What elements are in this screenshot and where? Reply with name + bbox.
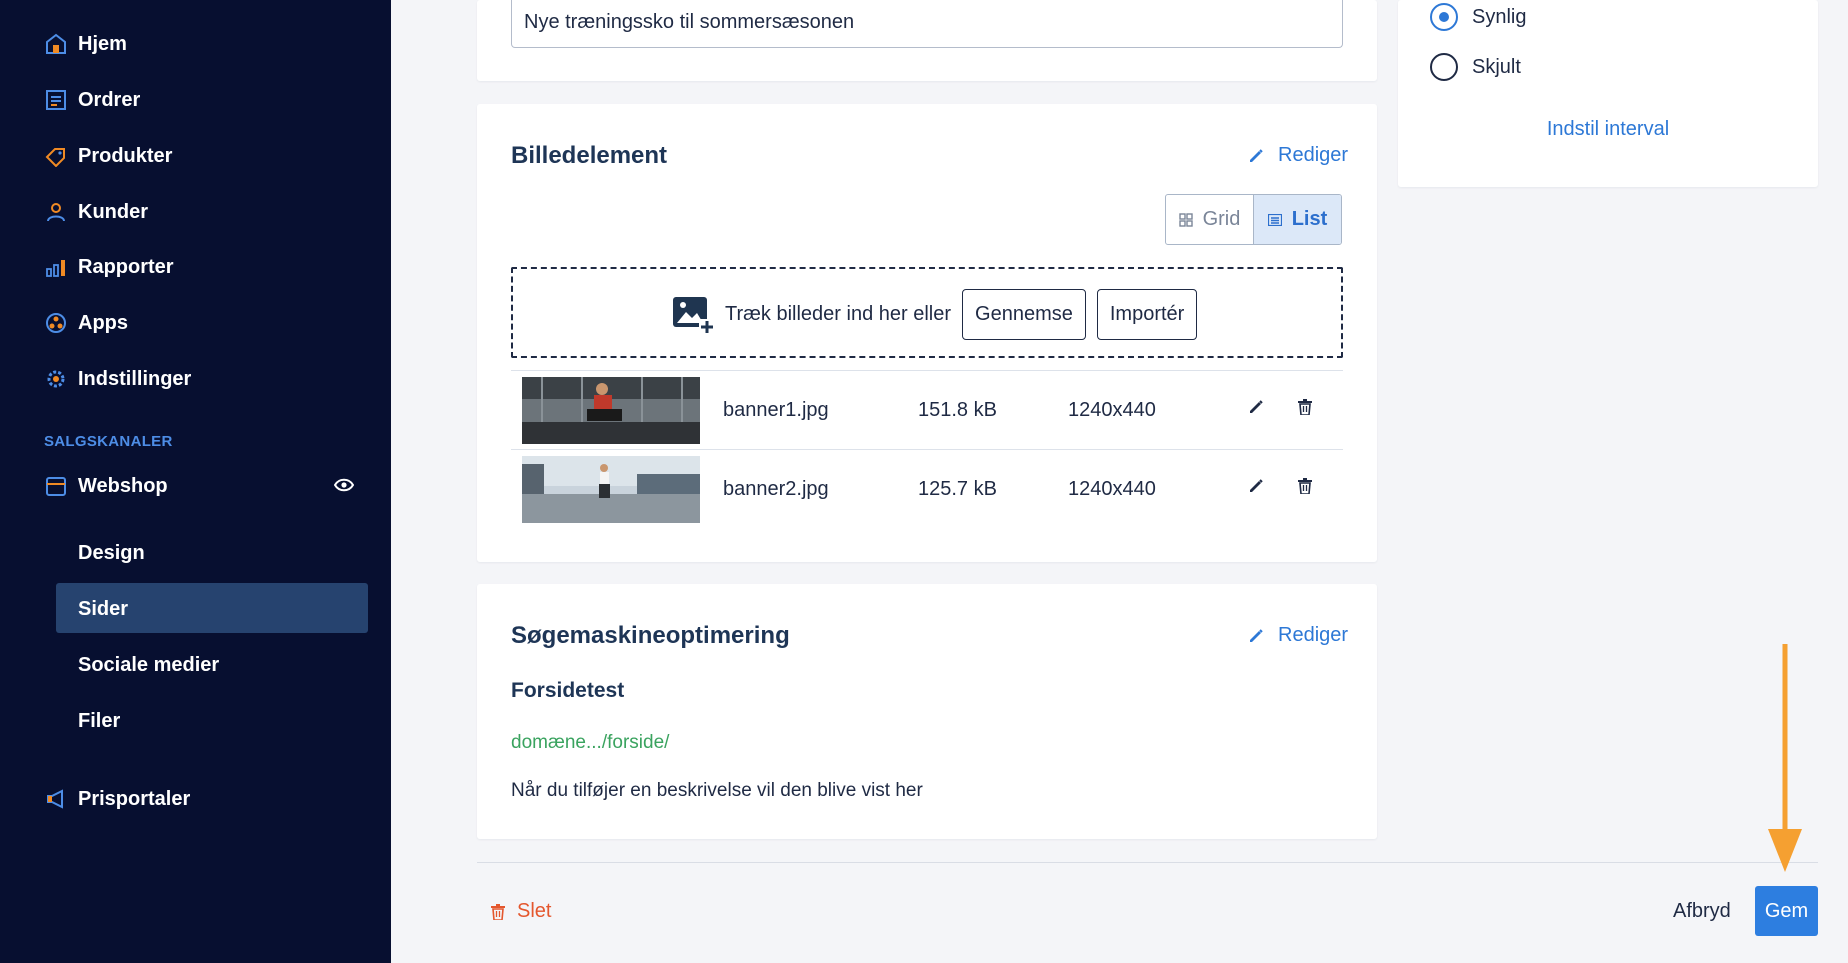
sidebar-item-label: Produkter: [78, 144, 173, 167]
image-edit-link[interactable]: Rediger: [1248, 144, 1348, 167]
sidebar-item-label: Rapporter: [78, 255, 174, 278]
megaphone-icon: [44, 787, 68, 811]
sidebar-item-label: Apps: [78, 311, 128, 334]
sidebar-item-ordrer[interactable]: Ordrer: [44, 80, 140, 120]
file-name: banner1.jpg: [723, 399, 829, 421]
seo-edit-link[interactable]: Rediger: [1248, 624, 1348, 647]
delete-label: Slet: [517, 900, 552, 922]
pencil-icon[interactable]: [1248, 399, 1264, 415]
radio-skjult[interactable]: Skjult: [1430, 53, 1521, 81]
user-icon: [44, 200, 68, 224]
sidebar-item-label: Indstillinger: [78, 367, 192, 390]
radio-selected-icon: [1430, 3, 1458, 31]
apps-icon: [44, 311, 68, 335]
dropzone-text: Træk billeder ind her eller: [725, 303, 952, 325]
file-dimensions: 1240x440: [1068, 399, 1156, 421]
sidebar-item-kunder[interactable]: Kunder: [44, 192, 148, 232]
bar-chart-icon: [44, 255, 68, 279]
edit-label: Rediger: [1278, 624, 1349, 646]
eye-icon[interactable]: [333, 476, 355, 499]
grid-icon: [1178, 212, 1193, 227]
sidebar-subitem-design[interactable]: Design: [78, 533, 145, 573]
gear-icon: [44, 367, 68, 391]
sidebar: Hjem Ordrer Produkter Kunder Rapporter A…: [0, 0, 391, 963]
list-label: List: [1291, 208, 1328, 230]
sidebar-item-label: Webshop: [78, 474, 168, 497]
sidebar-item-webshop[interactable]: Webshop: [44, 466, 355, 506]
list-view-button[interactable]: List: [1253, 195, 1341, 244]
add-image-icon: [673, 295, 715, 335]
radio-unselected-icon: [1430, 53, 1458, 81]
file-size: 125.7 kB: [918, 478, 997, 500]
image-dropzone[interactable]: Træk billeder ind her eller Gennemse Imp…: [511, 267, 1343, 358]
sidebar-subitem-sider[interactable]: Sider: [78, 589, 128, 629]
grid-view-button[interactable]: Grid: [1166, 195, 1253, 244]
sidebar-item-label: Ordrer: [78, 88, 141, 111]
home-icon: [44, 32, 68, 56]
set-interval-link[interactable]: Indstil interval: [1398, 118, 1818, 141]
tag-icon: [44, 144, 68, 168]
sidebar-item-produkter[interactable]: Produkter: [44, 136, 172, 176]
pencil-icon[interactable]: [1248, 478, 1264, 494]
seo-card-title: Søgemaskineoptimering: [511, 622, 790, 649]
radio-label: Synlig: [1472, 5, 1527, 28]
trash-icon[interactable]: [1298, 399, 1312, 415]
sidebar-item-apps[interactable]: Apps: [44, 303, 128, 343]
title-input[interactable]: Nye træningssko til sommersæsonen: [511, 0, 1343, 48]
seo-card: Søgemaskineoptimering Rediger Forsidetes…: [477, 584, 1377, 839]
sidebar-item-label: Prisportaler: [78, 787, 191, 810]
save-button[interactable]: Gem: [1755, 886, 1818, 936]
radio-synlig[interactable]: Synlig: [1430, 3, 1526, 31]
grid-label: Grid: [1202, 208, 1241, 230]
cancel-button[interactable]: Afbryd: [1673, 900, 1731, 923]
seo-page-title: Forsidetest: [511, 679, 625, 702]
table-row[interactable]: banner2.jpg 125.7 kB 1240x440: [511, 449, 1343, 529]
file-dimensions: 1240x440: [1068, 478, 1156, 500]
radio-label: Skjult: [1472, 55, 1521, 78]
trash-icon: [491, 903, 505, 920]
orders-icon: [44, 88, 68, 112]
sidebar-item-label: Kunder: [78, 200, 148, 223]
sidebar-item-label: Hjem: [78, 32, 127, 55]
image-card-title: Billedelement: [511, 142, 668, 169]
delete-button[interactable]: Slet: [491, 900, 551, 923]
pencil-icon: [1248, 148, 1264, 164]
sidebar-subitem-filer[interactable]: Filer: [78, 701, 120, 741]
banner2-thumbnail: [522, 456, 700, 523]
footer-divider: [477, 862, 1818, 863]
seo-url: domæne.../forside/: [511, 732, 670, 753]
sidebar-item-hjem[interactable]: Hjem: [44, 24, 127, 64]
banner1-thumbnail: [522, 377, 700, 444]
file-name: banner2.jpg: [723, 478, 829, 500]
trash-icon[interactable]: [1298, 478, 1312, 494]
store-icon: [44, 474, 68, 498]
table-row[interactable]: banner1.jpg 151.8 kB 1240x440: [511, 370, 1343, 450]
view-toggle: Grid List: [1165, 194, 1342, 245]
browse-button[interactable]: Gennemse: [962, 289, 1086, 340]
sidebar-item-indstillinger[interactable]: Indstillinger: [44, 359, 191, 399]
annotation-arrow-icon: [1768, 644, 1802, 872]
sidebar-item-prisportaler[interactable]: Prisportaler: [44, 779, 190, 819]
pencil-icon: [1248, 628, 1264, 644]
import-button[interactable]: Importér: [1096, 289, 1198, 340]
visibility-card: Synlig Skjult Indstil interval: [1398, 0, 1818, 187]
list-icon: [1267, 213, 1282, 226]
file-size: 151.8 kB: [918, 399, 997, 421]
edit-label: Rediger: [1278, 144, 1349, 166]
seo-description: Når du tilføjer en beskrivelse vil den b…: [511, 780, 923, 801]
sidebar-item-rapporter[interactable]: Rapporter: [44, 247, 174, 287]
sidebar-subitem-sociale-medier[interactable]: Sociale medier: [78, 645, 219, 685]
sidebar-section-label: SALGSKANALER: [44, 433, 173, 450]
